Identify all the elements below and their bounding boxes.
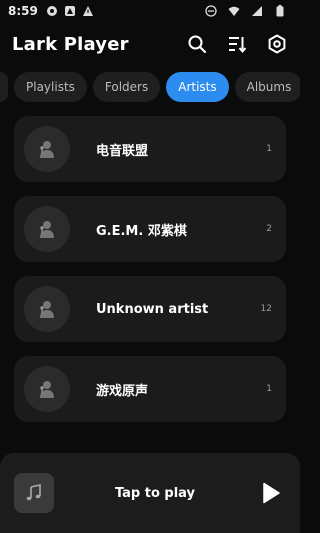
battery-icon [274,5,286,17]
app-icon [64,5,76,17]
artist-name: 电音联盟 [96,143,149,159]
artist-row[interactable]: Unknown artist 12 [14,276,286,342]
tab-label: Albums [246,80,292,94]
artist-avatar-icon [24,126,70,172]
app-title: Lark Player [12,33,129,55]
wifi-icon [228,5,240,17]
tap-to-play-label[interactable]: Tap to play [54,486,256,501]
tab-folders[interactable]: Folders [92,72,161,102]
notification-icon [46,5,58,17]
clock: 8:59 [8,4,38,18]
category-tabs: Playlists Folders Artists Albums [0,72,300,104]
tab-label: Artists [178,80,217,94]
song-count: 2 [266,224,272,234]
artist-row[interactable]: 电音联盟 1 [14,116,286,182]
artist-name: 游戏原声 [96,383,149,399]
tab-label: Playlists [26,80,75,94]
artist-row[interactable]: 游戏原声 1 [14,356,286,422]
sort-icon[interactable] [226,33,248,55]
tab-artists[interactable]: Artists [166,72,229,102]
tab-albums[interactable]: Albums [234,72,300,102]
song-count: 1 [266,144,272,154]
status-bar: 8:59 [0,0,300,22]
play-icon[interactable] [256,478,286,508]
settings-icon[interactable] [266,33,288,55]
tab-partial[interactable] [0,72,8,102]
mini-player[interactable]: Tap to play [0,453,300,533]
artist-name: G.E.M. 邓紫棋 [96,223,187,239]
app-header: Lark Player [0,28,300,60]
artist-row[interactable]: G.E.M. 邓紫棋 2 [14,196,286,262]
song-count: 12 [260,304,272,314]
artist-list: 电音联盟 1 G.E.M. 邓紫棋 2 Unknown artist 12 游戏… [14,116,286,436]
search-icon[interactable] [186,33,208,55]
tab-playlists[interactable]: Playlists [14,72,87,102]
music-note-icon [14,473,54,513]
artist-avatar-icon [24,286,70,332]
artist-avatar-icon [24,206,70,252]
warning-icon [82,5,94,17]
dnd-icon [205,5,217,17]
signal-icon [251,5,263,17]
artist-avatar-icon [24,366,70,412]
artist-name: Unknown artist [96,301,209,317]
tab-label: Folders [104,80,149,94]
song-count: 1 [266,384,272,394]
